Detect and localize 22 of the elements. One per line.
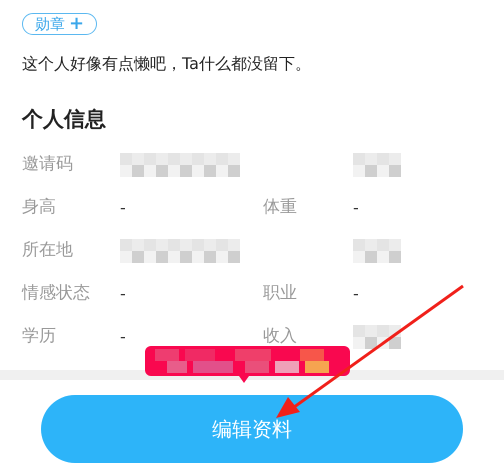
- field-label: 学历: [22, 325, 57, 348]
- field-value: -: [353, 197, 359, 219]
- field-value: -: [120, 197, 126, 219]
- field-label: 收入: [263, 325, 298, 348]
- field-value: -: [120, 326, 126, 348]
- badge-button[interactable]: 勋章 +: [22, 13, 98, 36]
- field-value: -: [120, 283, 126, 305]
- field-label: 体重: [263, 196, 298, 220]
- blurred-value: [353, 153, 401, 177]
- field-label: 所在地: [22, 239, 74, 262]
- plus-icon: +: [69, 15, 84, 34]
- blurred-value: [353, 325, 401, 349]
- field-value: -: [353, 283, 359, 305]
- badge-label: 勋章: [35, 14, 65, 35]
- bio-text: 这个人好像有点懒吧，Ta什么都没留下。: [22, 53, 312, 75]
- field-label: 情感状态: [22, 282, 91, 306]
- field-label: 身高: [22, 196, 57, 220]
- field-label: 邀请码: [22, 153, 74, 176]
- edit-profile-button[interactable]: 编辑资料: [41, 395, 463, 463]
- field-label: 职业: [263, 282, 298, 306]
- blurred-value: [353, 239, 401, 263]
- section-title: 个人信息: [22, 106, 107, 133]
